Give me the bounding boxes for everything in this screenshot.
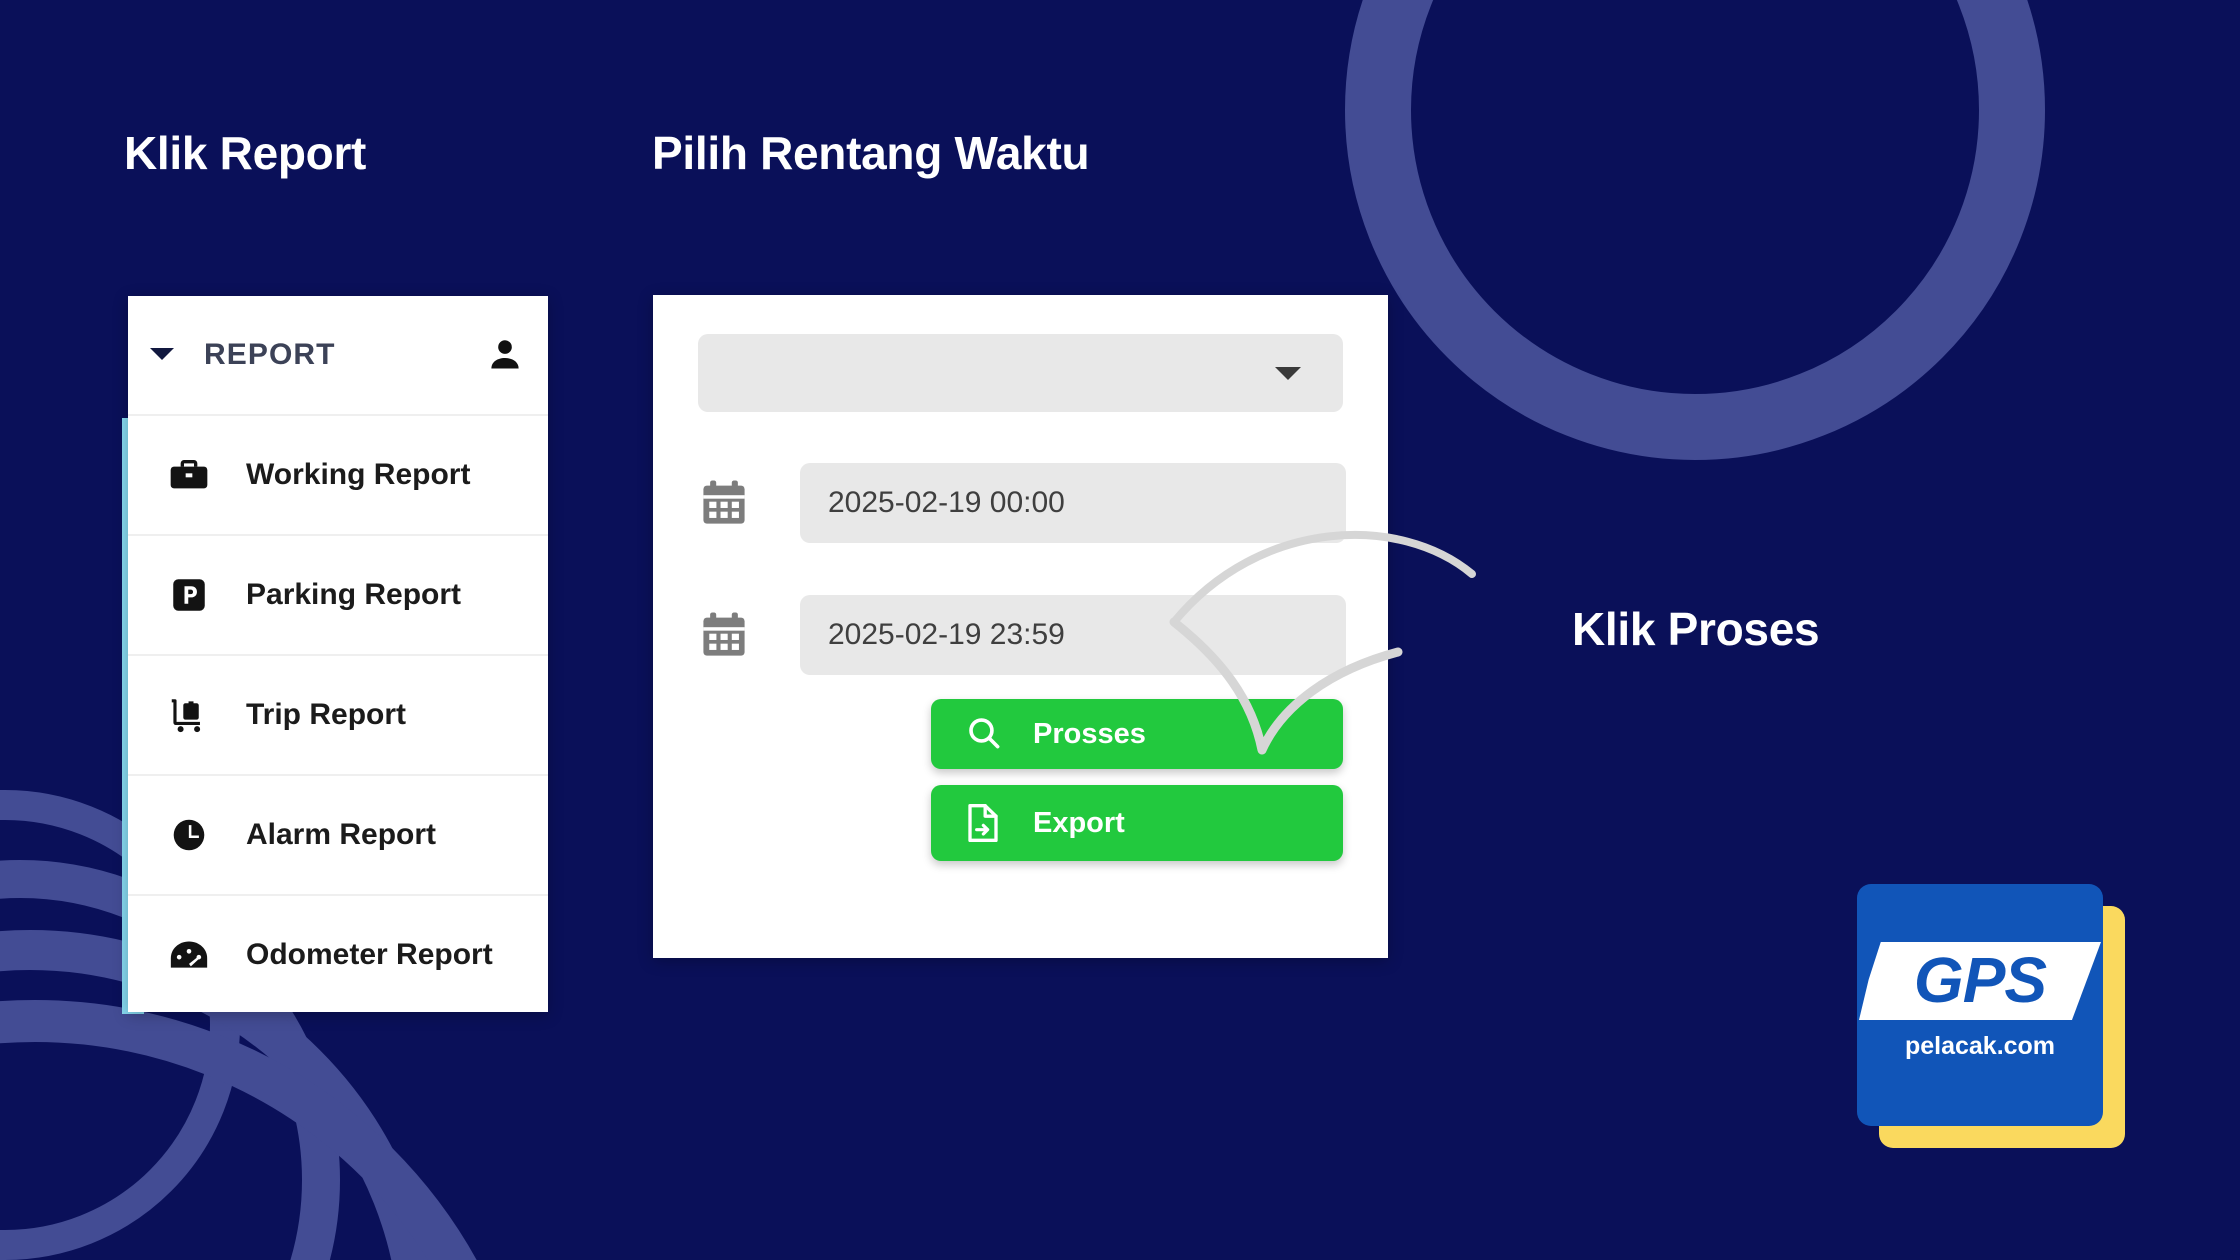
report-menu-title: REPORT <box>204 338 336 371</box>
sidebar-item-label: Alarm Report <box>246 818 437 851</box>
logo-square: GPS pelacak.com <box>1857 884 2103 1126</box>
luggage-cart-icon <box>162 695 216 735</box>
logo-domain-text: pelacak.com <box>1904 1032 2056 1060</box>
export-button-label: Export <box>1033 806 1125 839</box>
end-date-input[interactable]: 2025-02-19 23:59 <box>800 595 1346 675</box>
end-date-row: 2025-02-19 23:59 <box>698 595 1346 675</box>
calendar-icon <box>698 609 750 661</box>
step-label-klik-proses: Klik Proses <box>1572 603 1820 655</box>
parking-icon <box>162 575 216 615</box>
prosses-button[interactable]: Prosses <box>931 699 1343 769</box>
file-export-icon <box>965 803 1005 843</box>
speedometer-icon <box>162 935 216 975</box>
report-menu-header[interactable]: REPORT <box>128 296 548 414</box>
report-menu-card: REPORT Working Report Parking Report Tri… <box>128 296 548 1012</box>
sidebar-item-label: Odometer Report <box>246 938 493 971</box>
briefcase-icon <box>162 455 216 495</box>
clock-icon <box>162 815 216 855</box>
user-icon[interactable] <box>486 336 524 374</box>
poster-canvas: Klik Report Pilih Rentang Waktu Klik Pro… <box>0 0 2240 1260</box>
gps-pelacak-logo: GPS pelacak.com <box>1857 884 2125 1148</box>
decorative-arc-4 <box>0 1000 540 1260</box>
sidebar-item-label: Parking Report <box>246 578 462 611</box>
sidebar-item-trip-report[interactable]: Trip Report <box>128 654 548 774</box>
sidebar-item-odometer-report[interactable]: Odometer Report <box>128 894 548 1014</box>
device-select-dropdown[interactable] <box>698 334 1343 412</box>
calendar-icon <box>698 477 750 529</box>
prosses-button-label: Prosses <box>1033 717 1146 750</box>
step-label-klik-report: Klik Report <box>124 127 367 179</box>
start-date-row: 2025-02-19 00:00 <box>698 463 1346 543</box>
sidebar-item-label: Working Report <box>246 458 471 491</box>
sidebar-item-parking-report[interactable]: Parking Report <box>128 534 548 654</box>
chevron-down-icon[interactable] <box>142 346 182 365</box>
export-button[interactable]: Export <box>931 785 1343 861</box>
sidebar-item-working-report[interactable]: Working Report <box>128 414 548 534</box>
chevron-down-icon[interactable] <box>1275 366 1301 380</box>
decorative-ring-top-right <box>1345 0 2045 460</box>
sidebar-item-alarm-report[interactable]: Alarm Report <box>128 774 548 894</box>
logo-mark-text: GPS <box>1913 944 2047 1016</box>
sidebar-item-label: Trip Report <box>246 698 407 731</box>
start-date-input[interactable]: 2025-02-19 00:00 <box>800 463 1346 543</box>
step-label-pilih-rentang-waktu: Pilih Rentang Waktu <box>652 127 1090 179</box>
search-icon <box>965 714 1005 754</box>
report-filter-panel: 2025-02-19 00:00 2025-02-19 23:59 Prosse… <box>653 295 1388 958</box>
